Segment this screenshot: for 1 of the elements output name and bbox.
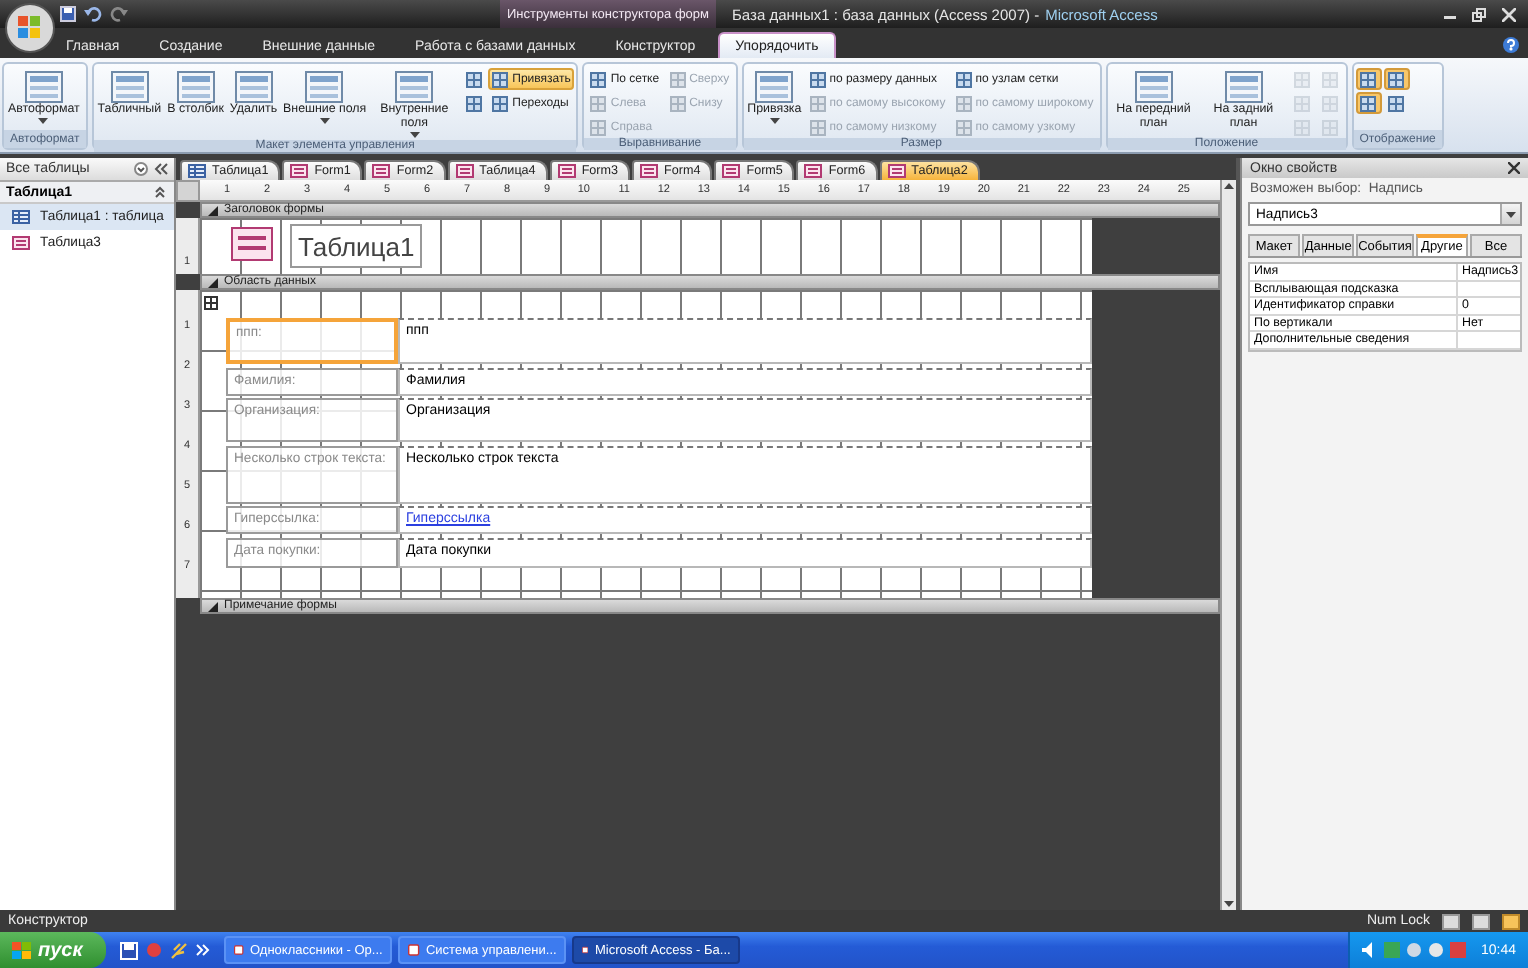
form-title-label[interactable]: Таблица1	[290, 224, 423, 268]
